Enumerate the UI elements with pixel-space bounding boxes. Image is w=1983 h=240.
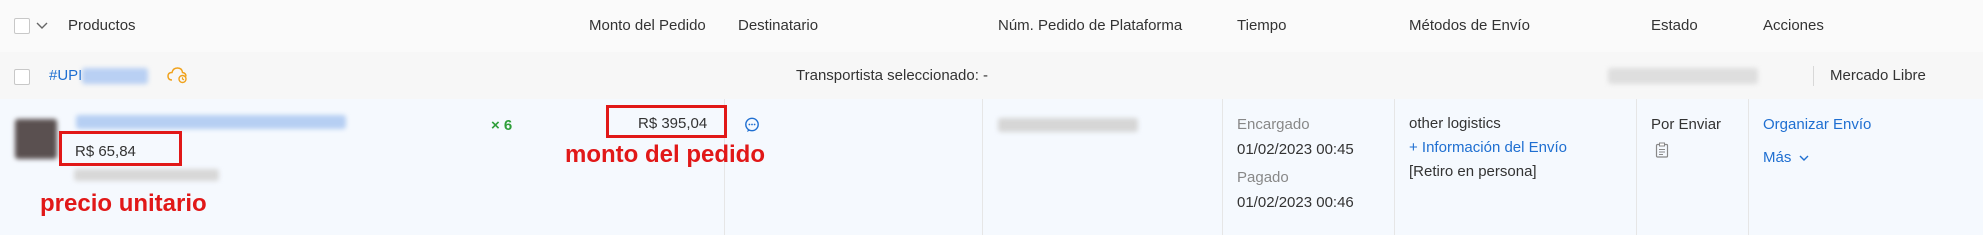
clipboard-icon[interactable] [1655, 142, 1669, 158]
header-acciones: Acciones [1763, 17, 1824, 34]
pickup-label: [Retiro en persona] [1409, 163, 1537, 180]
header-metodos: Métodos de Envío [1409, 17, 1530, 34]
divider [1222, 99, 1223, 235]
encargado-value: 01/02/2023 00:45 [1237, 141, 1354, 158]
order-total-highlight-box [606, 105, 727, 138]
redacted-store-name [1608, 68, 1758, 84]
monto-annotation: monto del pedido [565, 141, 765, 168]
order-checkbox[interactable] [14, 69, 30, 85]
organizar-envio-link[interactable]: Organizar Envío [1763, 116, 1871, 133]
cloud-sync-icon[interactable] [167, 66, 189, 84]
header-tiempo: Tiempo [1237, 17, 1287, 34]
shipping-info-link[interactable]: + Información del Envío [1409, 139, 1567, 156]
divider [1636, 99, 1637, 235]
divider [1394, 99, 1395, 235]
pagado-value: 01/02/2023 00:46 [1237, 194, 1354, 211]
header-monto: Monto del Pedido [589, 17, 706, 34]
redacted-product-title[interactable] [76, 115, 346, 129]
encargado-label: Encargado [1237, 116, 1310, 133]
divider [1813, 66, 1814, 86]
pagado-label: Pagado [1237, 169, 1289, 186]
product-thumbnail[interactable] [15, 119, 57, 159]
more-label: Más [1763, 149, 1792, 166]
platform-name: Mercado Libre [1830, 67, 1926, 84]
quantity: × 6 [491, 117, 513, 134]
chevron-down-icon [1799, 155, 1809, 161]
shipping-method: other logistics [1409, 115, 1501, 132]
chevron-down-icon[interactable] [36, 22, 48, 30]
header-destinatario: Destinatario [738, 17, 819, 34]
header-productos: Productos [68, 17, 136, 34]
precio-annotation: precio unitario [40, 190, 207, 217]
more-actions-dropdown[interactable]: Más [1763, 149, 1809, 166]
table-header: Productos Monto del Pedido Destinatario … [0, 0, 1983, 53]
divider [1748, 99, 1749, 235]
redacted-order-id [82, 68, 148, 84]
order-group-row: #UPI Transportista seleccionado: - Merca… [0, 52, 1983, 100]
select-all-checkbox[interactable] [14, 18, 30, 34]
header-num-pedido: Núm. Pedido de Plataforma [998, 17, 1183, 34]
order-id-link[interactable]: #UPI [49, 67, 82, 84]
divider [982, 99, 983, 235]
order-id-prefix: #UPI [49, 67, 83, 84]
transportista-text: Transportista seleccionado: - [796, 67, 989, 84]
header-estado: Estado [1651, 17, 1698, 34]
order-row: R$ 65,84 × 6 R$ 395,04 Encargado 01/02/2… [0, 99, 1983, 235]
unit-price-highlight-box [59, 131, 182, 166]
redacted-sku [74, 169, 219, 181]
status-text: Por Enviar [1651, 116, 1722, 133]
chat-icon[interactable] [744, 117, 760, 133]
redacted-platform-order-number [998, 118, 1138, 132]
